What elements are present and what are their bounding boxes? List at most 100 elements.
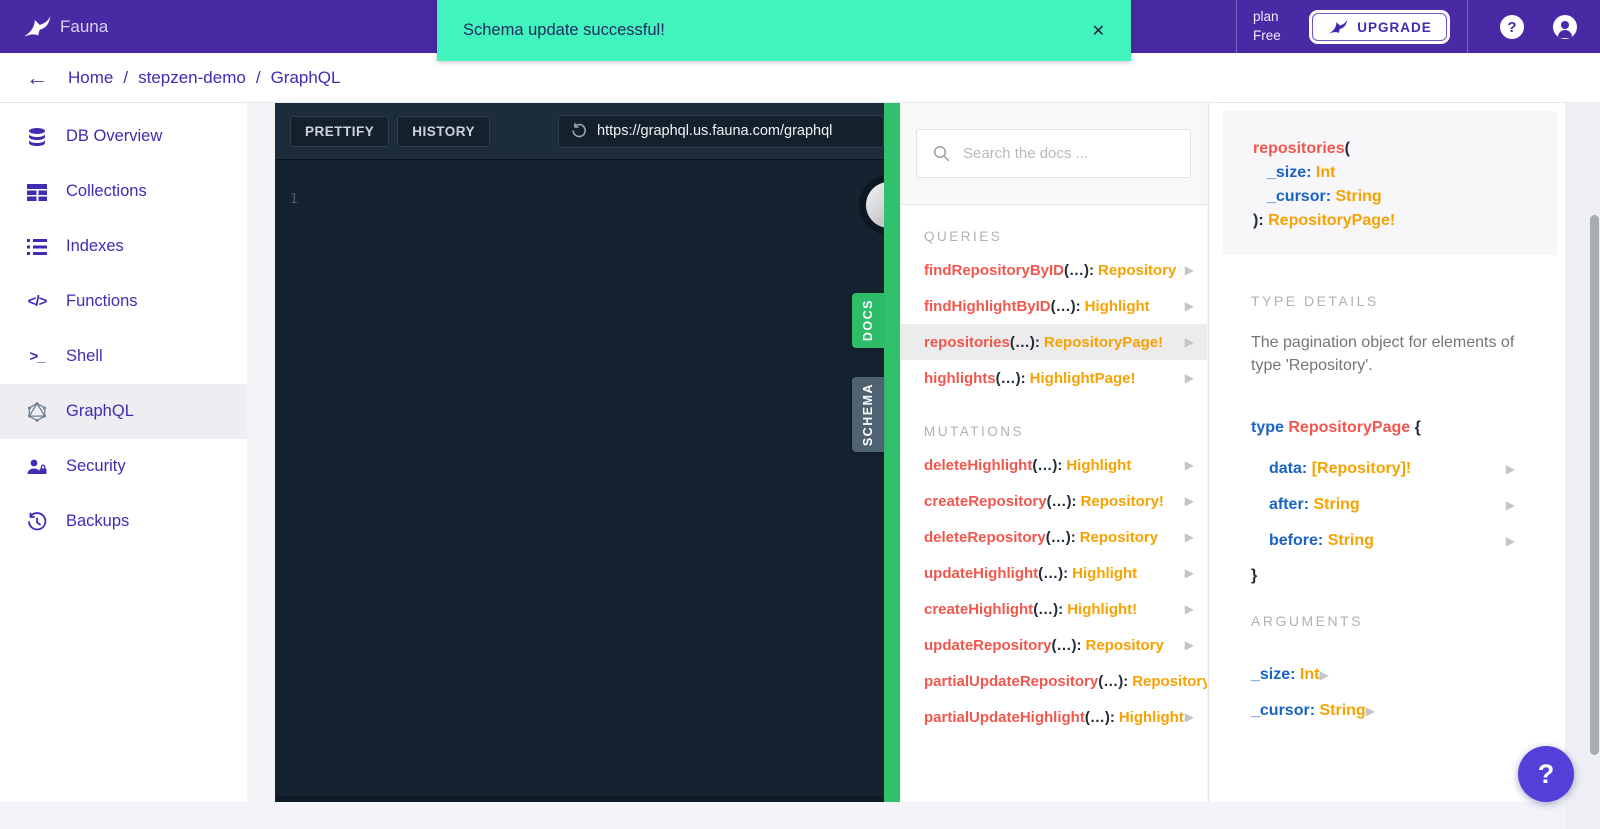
field-name: findHighlightByID [924,297,1051,315]
topbar-divider [1236,0,1237,53]
type-name[interactable]: RepositoryPage [1288,419,1410,436]
field-detail-panel: repositories( _size: Int _cursor: String… [1208,103,1565,802]
field-args: (…): [1064,261,1095,279]
bottom-strip [0,802,1600,829]
doc-item-findRepositoryByID[interactable]: findRepositoryByID (…): Repository ▶ [900,252,1207,288]
type-field-after[interactable]: after: String ▶ [1209,487,1565,523]
sidebar-item-label: Collections [66,182,147,200]
help-icon[interactable]: ? [1500,15,1524,39]
user-account-icon[interactable] [1553,15,1577,39]
sidebar-item-label: GraphQL [66,402,134,420]
search-icon [933,145,950,162]
doc-item-createRepository[interactable]: createRepository (…): Repository! ▶ [900,483,1207,519]
field-type: [Repository]! [1311,460,1412,477]
field-args: (…): [1050,297,1081,315]
type-field-before[interactable]: before: String ▶ [1209,523,1565,559]
upgrade-button[interactable]: UPGRADE [1309,10,1450,44]
sidebar-item-graphql[interactable]: GraphQL [0,384,247,439]
graphql-icon [24,400,50,424]
expand-arrow-icon: ▶ [1184,263,1194,277]
field-name: repositories [924,333,1010,351]
field-type: RepositoryPage! [1043,333,1164,351]
queries-section-heading: QUERIES [924,229,1003,244]
signature-name: repositories [1253,140,1345,157]
sidebar-item-label: Functions [66,292,138,310]
tab-docs-label: DOCS [861,299,875,342]
toast-close-icon[interactable]: ✕ [1092,21,1105,41]
field-type: Repository! [1080,492,1164,510]
field-name: partialUpdateRepository [924,672,1099,690]
tab-schema[interactable]: SCHEMA [852,377,884,452]
argument-size[interactable]: _size: Int ▶ [1209,657,1565,693]
expand-arrow-icon: ▶ [1184,530,1194,544]
user-shoulders-shape [1558,29,1572,38]
sidebar-item-indexes[interactable]: Indexes [0,219,247,274]
sidebar-item-shell[interactable]: >_ Shell [0,329,247,384]
docs-search-box [916,129,1191,178]
field-name: deleteHighlight [924,456,1033,474]
field-args: (…): [1051,636,1082,654]
arg-name: _cursor [1267,188,1326,205]
doc-item-deleteHighlight[interactable]: deleteHighlight (…): Highlight ▶ [900,447,1207,483]
doc-item-highlights[interactable]: highlights (…): HighlightPage! ▶ [900,360,1207,396]
expand-arrow-icon: ▶ [1184,371,1194,385]
arg-type: String [1335,188,1382,205]
field-type: String [1313,496,1360,513]
fauna-logo[interactable]: Fauna [22,14,108,40]
doc-item-updateRepository[interactable]: updateRepository (…): Repository ▶ [900,627,1207,663]
doc-item-partialUpdateRepository[interactable]: partialUpdateRepository(…):Repository▶ [900,663,1207,699]
sidebar-item-backups[interactable]: Backups [0,494,247,549]
field-type: Repository [1085,636,1164,654]
field-name: updateRepository [924,636,1052,654]
page-scrollbar-track[interactable] [1565,103,1600,829]
tab-docs[interactable]: DOCS [852,293,884,348]
user-head-shape [1561,20,1569,29]
arg-colon: : [1306,164,1312,181]
sidebar-item-functions[interactable]: </> Functions [0,274,247,329]
expand-arrow-icon: ▶ [1184,638,1194,652]
field-name: findRepositoryByID [924,261,1065,279]
signature-close-paren: ): [1253,212,1264,229]
arg-name: _size [1251,666,1291,683]
indexes-icon [24,235,50,259]
arg-type: String [1319,702,1366,719]
type-description: The pagination object for elements of ty… [1251,334,1515,374]
arguments-heading: ARGUMENTS [1251,613,1363,629]
doc-item-createHighlight[interactable]: createHighlight (…): Highlight! ▶ [900,591,1207,627]
expand-arrow-icon: ▶ [1505,498,1515,512]
field-type: String [1327,532,1374,549]
signature-return-type: RepositoryPage! [1268,212,1396,229]
breadcrumb-database[interactable]: stepzen-demo [138,68,246,88]
argument-cursor[interactable]: _cursor: String ▶ [1209,693,1565,729]
prettify-button[interactable]: PRETTIFY [290,115,390,147]
query-editor-area[interactable]: 1 [275,160,884,208]
page-scrollbar-thumb[interactable] [1590,215,1599,755]
security-icon [24,455,50,479]
breadcrumb-current[interactable]: GraphQL [271,68,341,88]
sidebar-item-security[interactable]: Security [0,439,247,494]
sidebar-item-db-overview[interactable]: DB Overview [0,109,247,164]
back-arrow-icon[interactable]: ← [26,66,48,89]
doc-item-updateHighlight[interactable]: updateHighlight (…): Highlight ▶ [900,555,1207,591]
field-type: Repository [1132,672,1207,690]
type-field-data[interactable]: data: [Repository]! ▶ [1209,451,1565,487]
field-type: Highlight [1072,564,1138,582]
history-button[interactable]: HISTORY [397,115,491,147]
doc-item-deleteRepository[interactable]: deleteRepository (…): Repository ▶ [900,519,1207,555]
doc-item-partialUpdateHighlight[interactable]: partialUpdateHighlight (…): Highlight ▶ [900,699,1207,735]
doc-item-findHighlightByID[interactable]: findHighlightByID (…): Highlight ▶ [900,288,1207,324]
breadcrumb-home[interactable]: Home [68,68,113,88]
docs-search-header [900,103,1207,205]
arg-colon: : [1325,188,1332,205]
sidebar-item-collections[interactable]: Collections [0,164,247,219]
endpoint-url-input[interactable] [597,123,871,139]
expand-arrow-icon: ▶ [1505,462,1515,476]
docs-search-input[interactable] [963,145,1174,162]
field-args: (…): [995,369,1026,387]
upgrade-label: UPGRADE [1357,19,1432,35]
panel-resize-divider[interactable] [884,103,900,802]
field-type: Highlight [1084,297,1150,315]
help-fab-button[interactable]: ? [1518,746,1574,802]
toast-message: Schema update successful! [463,21,665,39]
doc-item-repositories[interactable]: repositories (…): RepositoryPage! ▶ [900,324,1207,360]
